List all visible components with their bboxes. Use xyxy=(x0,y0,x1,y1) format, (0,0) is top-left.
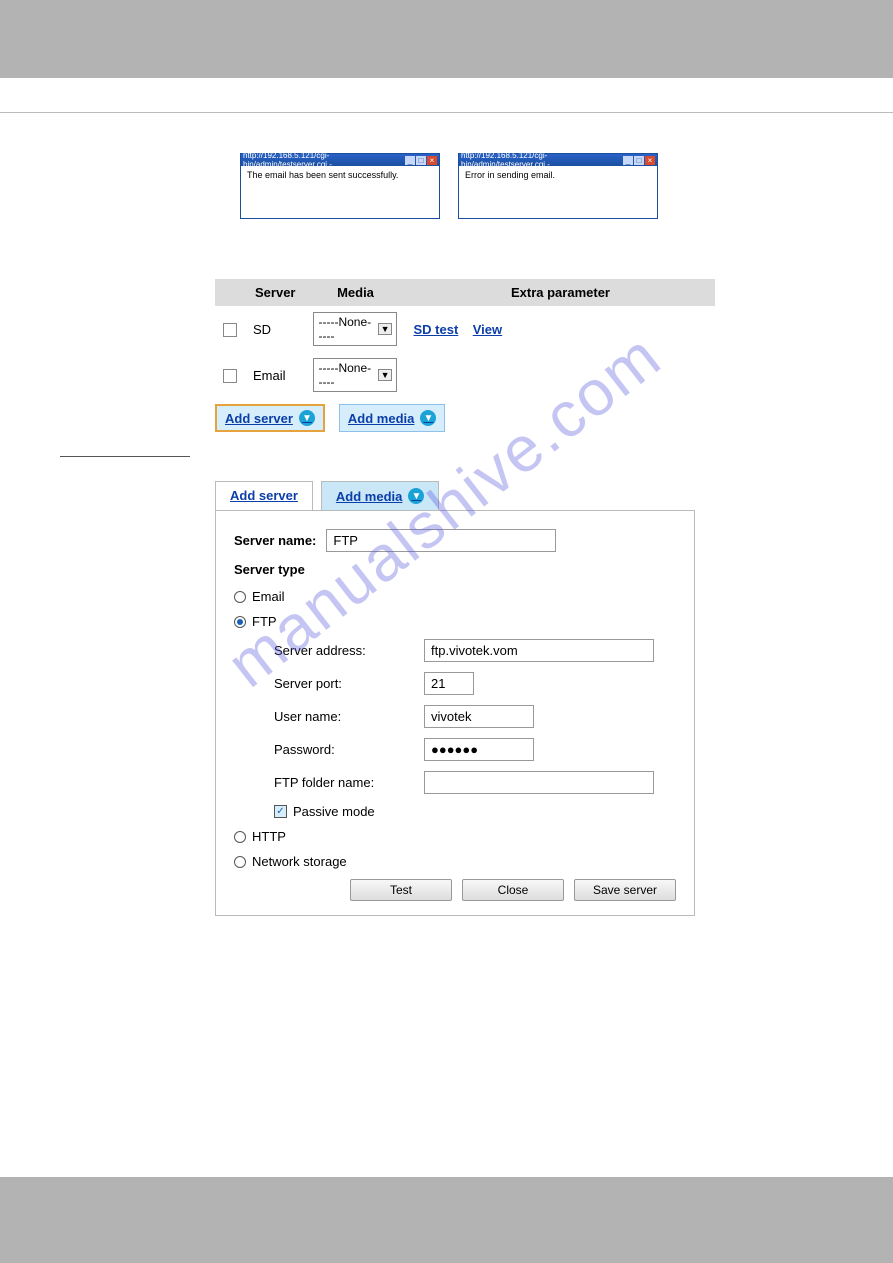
popup-title-text: http://192.168.5.121/cgi-bin/admin/tests… xyxy=(243,151,405,169)
ftp-port-input[interactable] xyxy=(424,672,474,695)
test-button[interactable]: Test xyxy=(350,879,452,901)
close-icon[interactable]: × xyxy=(427,156,437,165)
radio-ns-label: Network storage xyxy=(252,854,347,869)
add-server-label: Add server xyxy=(225,411,293,426)
tab-add-media[interactable]: Add media ▼ xyxy=(321,481,439,510)
radio-http[interactable] xyxy=(234,831,246,843)
save-server-button[interactable]: Save server xyxy=(574,879,676,901)
server-name-row: Server name: xyxy=(234,529,676,552)
chevron-down-icon: ▼ xyxy=(408,488,424,504)
popup-success: http://192.168.5.121/cgi-bin/admin/tests… xyxy=(240,153,440,219)
ftp-folder-label: FTP folder name: xyxy=(274,775,424,790)
ftp-address-label: Server address: xyxy=(274,643,424,658)
media-select-email[interactable]: -----None----- ▼ xyxy=(313,358,397,392)
ftp-folder-input[interactable] xyxy=(424,771,654,794)
passive-mode-row[interactable]: Passive mode xyxy=(274,804,676,819)
server-table: Server Media Extra parameter SD -----Non… xyxy=(215,279,715,398)
passive-mode-checkbox[interactable] xyxy=(274,805,287,818)
minimize-icon[interactable]: _ xyxy=(405,156,415,165)
select-value: -----None----- xyxy=(318,361,371,389)
chevron-down-icon: ▼ xyxy=(299,410,315,426)
radio-email-label: Email xyxy=(252,589,285,604)
select-value: -----None----- xyxy=(318,315,371,343)
radio-http-label: HTTP xyxy=(252,829,286,844)
popup-titlebar: http://192.168.5.121/cgi-bin/admin/tests… xyxy=(241,154,439,166)
ftp-user-input[interactable] xyxy=(424,705,534,728)
radio-email[interactable] xyxy=(234,591,246,603)
add-media-label: Add media xyxy=(348,411,414,426)
table-row: SD -----None----- ▼ SD test View xyxy=(215,306,715,352)
popup-row: http://192.168.5.121/cgi-bin/admin/tests… xyxy=(240,153,833,219)
checkbox-sd[interactable] xyxy=(223,323,237,337)
radio-ftp-row[interactable]: FTP xyxy=(234,614,676,629)
radio-http-row[interactable]: HTTP xyxy=(234,829,676,844)
col-media: Media xyxy=(305,279,405,306)
form-buttons: Test Close Save server xyxy=(234,879,676,901)
popup-title-text: http://192.168.5.121/cgi-bin/admin/tests… xyxy=(461,151,623,169)
popup-error: http://192.168.5.121/cgi-bin/admin/tests… xyxy=(458,153,658,219)
maximize-icon[interactable]: □ xyxy=(634,156,644,165)
table-header-row: Server Media Extra parameter xyxy=(215,279,715,306)
add-media-button[interactable]: Add media ▼ xyxy=(339,404,445,432)
radio-ftp[interactable] xyxy=(234,616,246,628)
ftp-user-label: User name: xyxy=(274,709,424,724)
minimize-icon[interactable]: _ xyxy=(623,156,633,165)
section-divider xyxy=(60,456,190,457)
close-button[interactable]: Close xyxy=(462,879,564,901)
radio-network-storage[interactable] xyxy=(234,856,246,868)
checkbox-email[interactable] xyxy=(223,369,237,383)
sd-test-link[interactable]: SD test xyxy=(413,322,458,337)
bottom-bar xyxy=(0,1177,893,1263)
top-bar xyxy=(0,0,893,78)
popup-titlebar: http://192.168.5.121/cgi-bin/admin/tests… xyxy=(459,154,657,166)
chevron-down-icon: ▼ xyxy=(378,323,393,335)
close-icon[interactable]: × xyxy=(645,156,655,165)
radio-ftp-label: FTP xyxy=(252,614,277,629)
server-form: Server name: Server type Email FTP Serve… xyxy=(215,510,695,916)
radio-email-row[interactable]: Email xyxy=(234,589,676,604)
ftp-port-label: Server port: xyxy=(274,676,424,691)
ftp-address-input[interactable] xyxy=(424,639,654,662)
server-name-input[interactable] xyxy=(326,529,556,552)
server-media-block: Server Media Extra parameter SD -----Non… xyxy=(215,279,833,432)
view-link[interactable]: View xyxy=(473,322,502,337)
tab-add-server[interactable]: Add server xyxy=(215,481,313,510)
ftp-password-label: Password: xyxy=(274,742,424,757)
ftp-fields: Server address: Server port: User name: … xyxy=(274,639,676,819)
form-tabs: Add server Add media ▼ xyxy=(215,481,833,510)
col-extra: Extra parameter xyxy=(405,279,715,306)
window-controls: _ □ × xyxy=(623,156,655,165)
passive-mode-label: Passive mode xyxy=(293,804,375,819)
add-buttons-row: Add server ▼ Add media ▼ xyxy=(215,404,833,432)
table-row: Email -----None----- ▼ xyxy=(215,352,715,398)
media-select-sd[interactable]: -----None----- ▼ xyxy=(313,312,397,346)
add-server-button[interactable]: Add server ▼ xyxy=(215,404,325,432)
col-server: Server xyxy=(245,279,305,306)
chevron-down-icon: ▼ xyxy=(378,369,393,381)
tab-add-media-label: Add media xyxy=(336,489,402,504)
radio-ns-row[interactable]: Network storage xyxy=(234,854,676,869)
window-controls: _ □ × xyxy=(405,156,437,165)
server-name-label: Server name: xyxy=(234,533,316,548)
server-type-label: Server type xyxy=(234,562,666,577)
ftp-password-input[interactable]: ●●●●●● xyxy=(424,738,534,761)
maximize-icon[interactable]: □ xyxy=(416,156,426,165)
chevron-down-icon: ▼ xyxy=(420,410,436,426)
server-name-sd: SD xyxy=(245,306,305,352)
server-name-email: Email xyxy=(245,352,305,398)
